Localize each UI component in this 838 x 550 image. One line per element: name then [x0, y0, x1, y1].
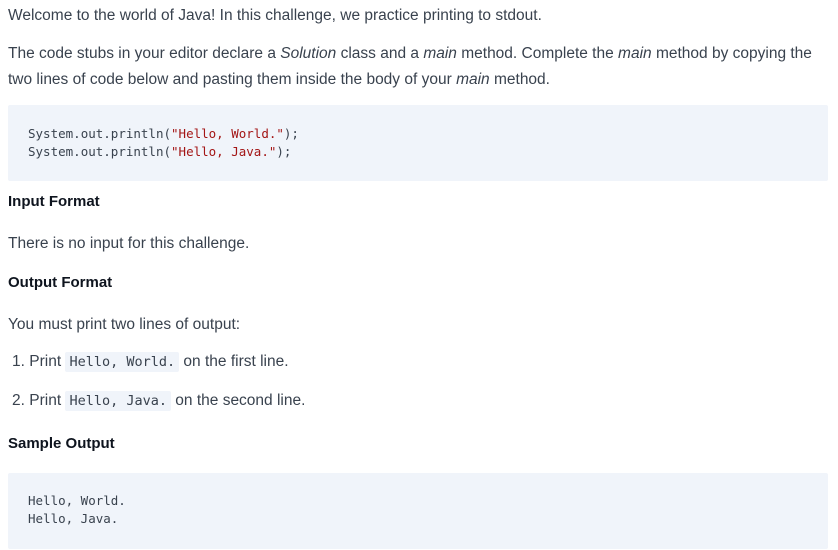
sample-output-code[interactable]: Hello, World. Hello, Java. — [28, 492, 126, 528]
output-format-text: You must print two lines of output: — [8, 316, 241, 333]
sample-output-heading: Sample Output — [8, 435, 115, 452]
code-token-paren: ); — [276, 144, 292, 159]
input-format-heading: Input Format — [8, 193, 100, 210]
list-item-text: on the second line. — [170, 392, 306, 409]
code-token-string: "Hello, Java." — [171, 144, 277, 159]
sample-output-line: Hello, World. — [28, 493, 126, 508]
code-token-dot: . — [73, 144, 81, 159]
list-number: 2. — [12, 392, 25, 409]
inline-code: Hello, World. — [65, 352, 180, 372]
code-token-string: "Hello, World." — [171, 126, 284, 141]
list-number: 1. — [12, 353, 25, 370]
code-token-method: println — [110, 144, 164, 159]
stubs-text-part: method. Complete the — [456, 45, 619, 62]
code-token-method: println — [110, 126, 164, 141]
code-token-paren: ( — [163, 126, 172, 141]
code-line: System.out.println("Hello, Java."); — [28, 143, 299, 161]
list-item-text: on the first line. — [179, 353, 289, 370]
sample-output-block[interactable]: Hello, World. Hello, Java. — [8, 473, 828, 549]
solution-class-name: Solution — [280, 45, 337, 62]
code-token-paren: ); — [283, 126, 299, 141]
code-line: System.out.println("Hello, World."); — [28, 125, 299, 143]
code-token-object: System — [28, 144, 74, 159]
list-item: 2. Print Hello, Java. on the second line… — [12, 389, 305, 413]
code-token-paren: ( — [163, 144, 172, 159]
code-snippet-block[interactable]: System.out.println("Hello, World."); Syst… — [8, 105, 828, 181]
code-snippet[interactable]: System.out.println("Hello, World."); Syst… — [28, 125, 299, 161]
code-token-object: System — [28, 126, 74, 141]
inline-code: Hello, Java. — [65, 391, 171, 411]
code-token-dot: . — [103, 126, 111, 141]
input-format-text: There is no input for this challenge. — [8, 235, 250, 252]
main-method-name: main — [456, 71, 490, 88]
main-method-name: main — [618, 45, 652, 62]
main-method-name: main — [423, 45, 457, 62]
code-token-dot: . — [103, 144, 111, 159]
list-item-text: Print — [29, 392, 66, 409]
intro-stubs-text: The code stubs in your editor declare a … — [8, 41, 820, 93]
list-item: 1. Print Hello, World. on the first line… — [12, 350, 289, 374]
sample-output-line: Hello, Java. — [28, 511, 119, 526]
code-token-dot: . — [73, 126, 81, 141]
list-item-text: Print — [29, 353, 66, 370]
stubs-text-part: method. — [489, 71, 550, 88]
code-token-field: out — [80, 144, 104, 159]
stubs-text-part: class and a — [336, 45, 424, 62]
code-token-field: out — [80, 126, 104, 141]
output-format-heading: Output Format — [8, 274, 113, 291]
intro-welcome-text: Welcome to the world of Java! In this ch… — [8, 7, 542, 24]
stubs-text-part: The code stubs in your editor declare a — [8, 45, 281, 62]
